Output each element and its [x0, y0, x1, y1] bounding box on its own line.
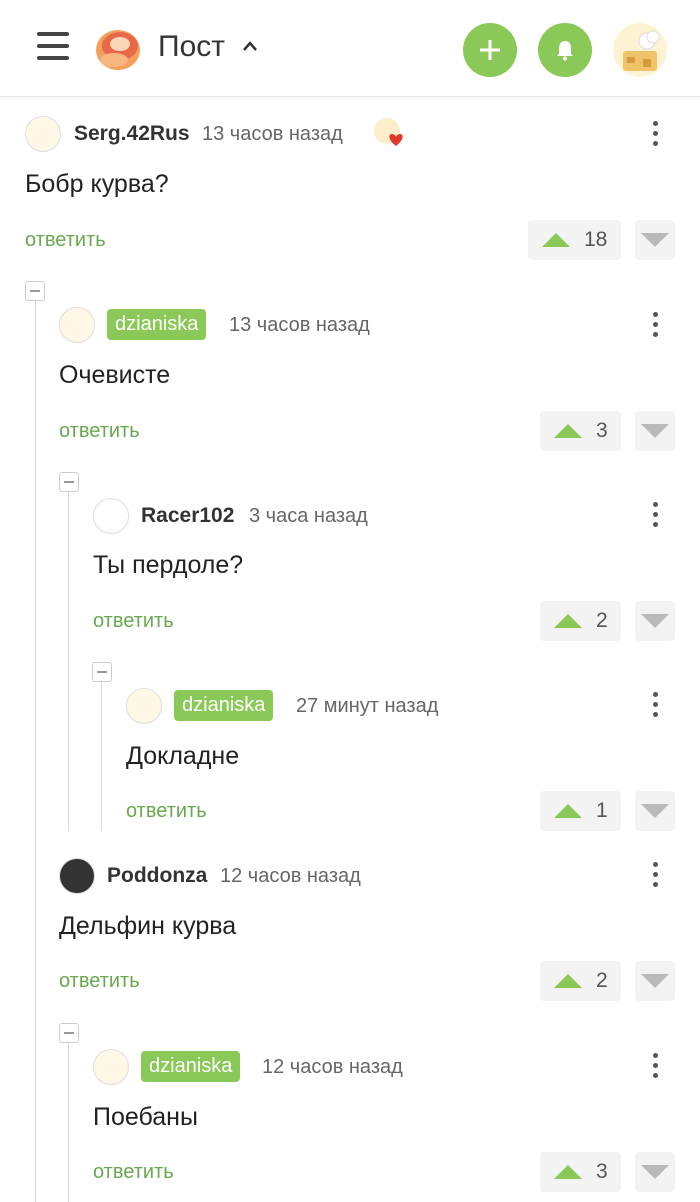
avatar[interactable] [93, 498, 129, 534]
comment-author[interactable]: Serg.42Rus [74, 122, 190, 146]
comment-author[interactable]: dzianiska [141, 1051, 241, 1082]
rating-count: 2 [596, 969, 608, 992]
avatar[interactable] [93, 1049, 129, 1085]
notifications-button[interactable] [538, 23, 592, 77]
avatar[interactable] [126, 688, 162, 724]
upvote-button[interactable]: 3 [540, 411, 621, 451]
upvote-button[interactable]: 2 [540, 601, 621, 641]
site-logo[interactable] [94, 24, 142, 72]
more-options-icon[interactable] [650, 121, 660, 151]
upvote-button[interactable]: 2 [540, 961, 621, 1001]
arrow-up-icon [554, 974, 582, 988]
comment-time: 27 минут назад [296, 695, 439, 717]
comment-text: Дельфин курва [59, 912, 237, 940]
comment-text: Поебаны [93, 1103, 198, 1131]
comment-time: 12 часов назад [262, 1056, 403, 1078]
thread-line [101, 681, 102, 831]
arrow-down-icon [641, 804, 669, 818]
arrow-up-icon [554, 614, 582, 628]
more-options-icon[interactable] [650, 312, 660, 342]
comment-text: Бобр курва? [25, 170, 169, 198]
comment-text: Ты пердоле? [93, 551, 244, 579]
downvote-button[interactable] [635, 601, 675, 641]
downvote-button[interactable] [635, 1152, 675, 1192]
upvote-button[interactable]: 18 [528, 220, 621, 260]
more-options-icon[interactable] [650, 1053, 660, 1083]
comment-time: 12 часов назад [220, 865, 361, 887]
award-heart-icon [374, 118, 403, 146]
thread-line [35, 300, 36, 1202]
more-options-icon[interactable] [650, 502, 660, 532]
downvote-button[interactable] [635, 961, 675, 1001]
avatar[interactable] [59, 307, 95, 343]
collapse-toggle[interactable] [59, 1023, 79, 1043]
arrow-up-icon [554, 424, 582, 438]
more-options-icon[interactable] [650, 862, 660, 892]
arrow-down-icon [641, 974, 669, 988]
reply-link[interactable]: ответить [93, 1161, 174, 1184]
downvote-button[interactable] [635, 791, 675, 831]
plus-icon [480, 40, 500, 60]
menu-icon[interactable] [37, 32, 69, 62]
top-bar: Пост [0, 0, 700, 97]
comment-author[interactable]: dzianiska [107, 309, 207, 340]
comment-time: 13 часов назад [229, 314, 370, 336]
arrow-up-icon [554, 804, 582, 818]
avatar[interactable] [25, 116, 61, 152]
arrow-down-icon [641, 1165, 669, 1179]
comment-author[interactable]: dzianiska [174, 690, 274, 721]
user-avatar[interactable] [613, 23, 667, 77]
rating-count: 3 [596, 419, 608, 442]
collapse-toggle[interactable] [92, 662, 112, 682]
comment-author[interactable]: Racer102 [141, 504, 234, 528]
collapse-toggle[interactable] [59, 472, 79, 492]
collapse-toggle[interactable] [25, 281, 45, 301]
more-options-icon[interactable] [650, 692, 660, 722]
page-title[interactable]: Пост [158, 30, 225, 64]
comment-text: Докладне [126, 742, 240, 770]
rating-count: 3 [596, 1160, 608, 1183]
downvote-button[interactable] [635, 411, 675, 451]
upvote-button[interactable]: 3 [540, 1152, 621, 1192]
add-post-button[interactable] [463, 23, 517, 77]
bell-icon [557, 41, 573, 61]
arrow-down-icon [641, 233, 669, 247]
rating-count: 2 [596, 609, 608, 632]
rating-count: 18 [584, 228, 608, 251]
reply-link[interactable]: ответить [126, 800, 207, 823]
comment-time: 13 часов назад [202, 123, 343, 145]
avatar[interactable] [59, 858, 95, 894]
reply-link[interactable]: ответить [25, 229, 106, 252]
arrow-down-icon [641, 424, 669, 438]
reply-link[interactable]: ответить [59, 420, 140, 443]
rating-count: 1 [596, 799, 608, 822]
chevron-up-icon[interactable] [242, 38, 258, 54]
upvote-button[interactable]: 1 [540, 791, 621, 831]
thread-line [68, 491, 69, 831]
arrow-down-icon [641, 614, 669, 628]
arrow-up-icon [542, 233, 570, 247]
comment-text: Очевисте [59, 361, 171, 389]
reply-link[interactable]: ответить [93, 610, 174, 633]
reply-link[interactable]: ответить [59, 970, 140, 993]
comment-time: 3 часа назад [249, 505, 368, 527]
thread-line [68, 1042, 69, 1202]
downvote-button[interactable] [635, 220, 675, 260]
comment-author[interactable]: Poddonza [107, 864, 207, 888]
arrow-up-icon [554, 1165, 582, 1179]
